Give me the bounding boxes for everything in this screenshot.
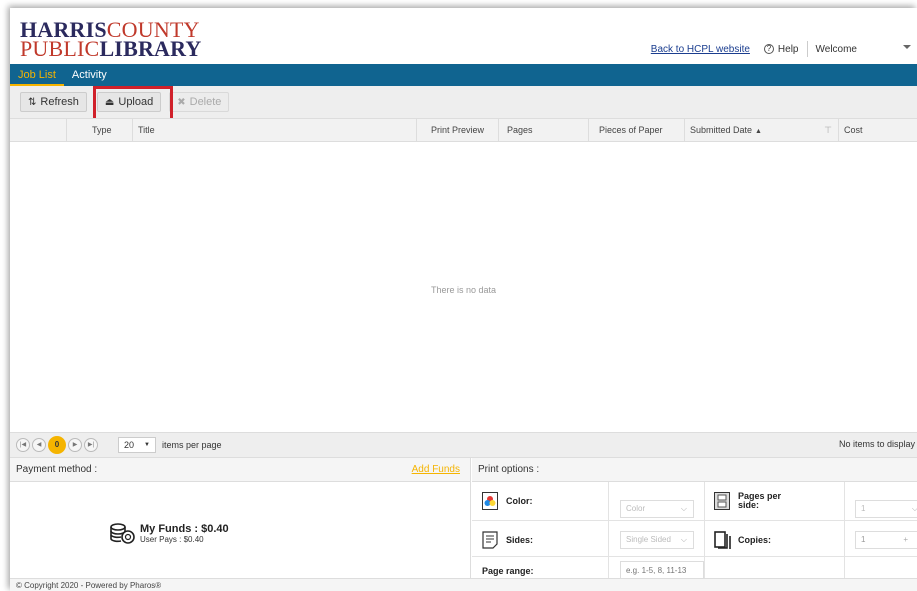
welcome-menu[interactable]: Welcome — [816, 44, 858, 55]
single-sided-icon — [482, 531, 498, 549]
print-options-header: Print options : — [472, 458, 917, 482]
empty-message: There is no data — [430, 285, 497, 295]
job-grid-header: Type Title Print Preview Pages Pieces of… — [10, 118, 917, 142]
logo-text-library: LIBRARY — [99, 36, 202, 61]
col-pieces-of-paper[interactable]: Pieces of Paper — [588, 119, 684, 141]
payment-panel-header: Payment method : Add Funds — [10, 458, 470, 482]
next-page-button[interactable]: ▶ — [68, 438, 82, 452]
sides-select[interactable]: Single Sided ⌵ — [620, 531, 694, 549]
chevron-down-icon: ⌵ — [680, 504, 687, 513]
current-page-indicator[interactable]: 0 — [48, 436, 66, 454]
header: HARRISCOUNTY PUBLICLIBRARY Back to HCPL … — [10, 8, 917, 64]
page-size-select[interactable]: 20 ▼ — [118, 437, 156, 453]
library-logo[interactable]: HARRISCOUNTY PUBLICLIBRARY — [20, 19, 202, 61]
increment-button[interactable]: + — [903, 532, 908, 548]
col-title[interactable]: Title — [132, 119, 416, 141]
refresh-icon: ⇅ — [28, 96, 37, 108]
help-icon: ? — [763, 44, 774, 54]
pages-per-side-select[interactable]: 1 ⌵ — [855, 500, 917, 518]
payment-panel: Payment method : Add Funds My Funds : $0… — [10, 458, 471, 578]
sort-ascending-icon: ▲ — [755, 128, 762, 135]
job-grid-body: There is no data — [10, 142, 917, 432]
pages-per-side-icon — [714, 492, 730, 510]
footer: © Copyright 2020 - Powered by Pharos® — [10, 578, 917, 591]
help-link[interactable]: ? Help — [763, 44, 799, 55]
tab-activity[interactable]: Activity — [64, 64, 115, 86]
color-select[interactable]: Color ⌵ — [620, 500, 694, 518]
col-type[interactable]: Type — [66, 119, 132, 141]
col-submitted-date[interactable]: Submitted Date ▲ ⊤ — [684, 119, 838, 141]
coins-icon — [110, 522, 136, 544]
pager: |◀ ◀ 0 ▶ ▶| 20 ▼ items per page No items… — [10, 432, 917, 458]
delete-button[interactable]: ✖ Delete — [169, 92, 230, 112]
pager-info: No items to display — [838, 439, 915, 449]
tab-job-list[interactable]: Job List — [10, 64, 64, 86]
first-page-button[interactable]: |◀ — [16, 438, 30, 452]
col-select[interactable] — [10, 119, 66, 141]
last-page-button[interactable]: ▶| — [84, 438, 98, 452]
chevron-down-icon: ▼ — [144, 442, 150, 448]
close-icon: ✖ — [177, 96, 186, 108]
chevron-down-icon: ⌵ — [680, 535, 687, 544]
prev-page-button[interactable]: ◀ — [32, 438, 46, 452]
filter-icon[interactable]: ⊤ — [824, 119, 832, 141]
logo-text-public: PUBLIC — [20, 36, 100, 61]
copies-stepper[interactable]: 1 + - — [855, 531, 917, 549]
col-cost[interactable]: Cost — [838, 119, 917, 141]
app-window: HARRISCOUNTY PUBLICLIBRARY Back to HCPL … — [10, 8, 917, 591]
chevron-down-icon[interactable] — [903, 45, 911, 49]
copies-option: Copies: — [714, 528, 771, 552]
copies-icon — [714, 531, 731, 549]
back-to-website-link[interactable]: Back to HCPL website — [651, 44, 750, 55]
add-funds-link[interactable]: Add Funds — [412, 458, 460, 482]
funds-summary: My Funds : $0.40 User Pays : $0.40 — [110, 522, 229, 544]
sides-option: Sides: — [482, 528, 533, 552]
items-per-page-label: items per page — [162, 440, 222, 450]
user-pays-amount: User Pays : $0.40 — [140, 534, 204, 544]
main-nav: Job List Activity — [10, 64, 917, 86]
chevron-down-icon: ⌵ — [911, 504, 917, 513]
refresh-button[interactable]: ⇅ Refresh — [20, 92, 87, 112]
divider — [806, 41, 808, 57]
color-icon — [482, 492, 498, 510]
my-funds-amount: My Funds : $0.40 — [140, 522, 229, 535]
col-print-preview[interactable]: Print Preview — [416, 119, 498, 141]
color-option: Color: — [482, 489, 533, 513]
top-links: Back to HCPL website ? Help Welcome — [651, 40, 917, 58]
col-pages[interactable]: Pages — [498, 119, 588, 141]
page-range-input[interactable] — [620, 561, 704, 579]
pages-per-side-option: Pages per side: — [714, 489, 782, 513]
print-options-panel: Print options : Color: Color ⌵ Pages per… — [472, 458, 917, 579]
